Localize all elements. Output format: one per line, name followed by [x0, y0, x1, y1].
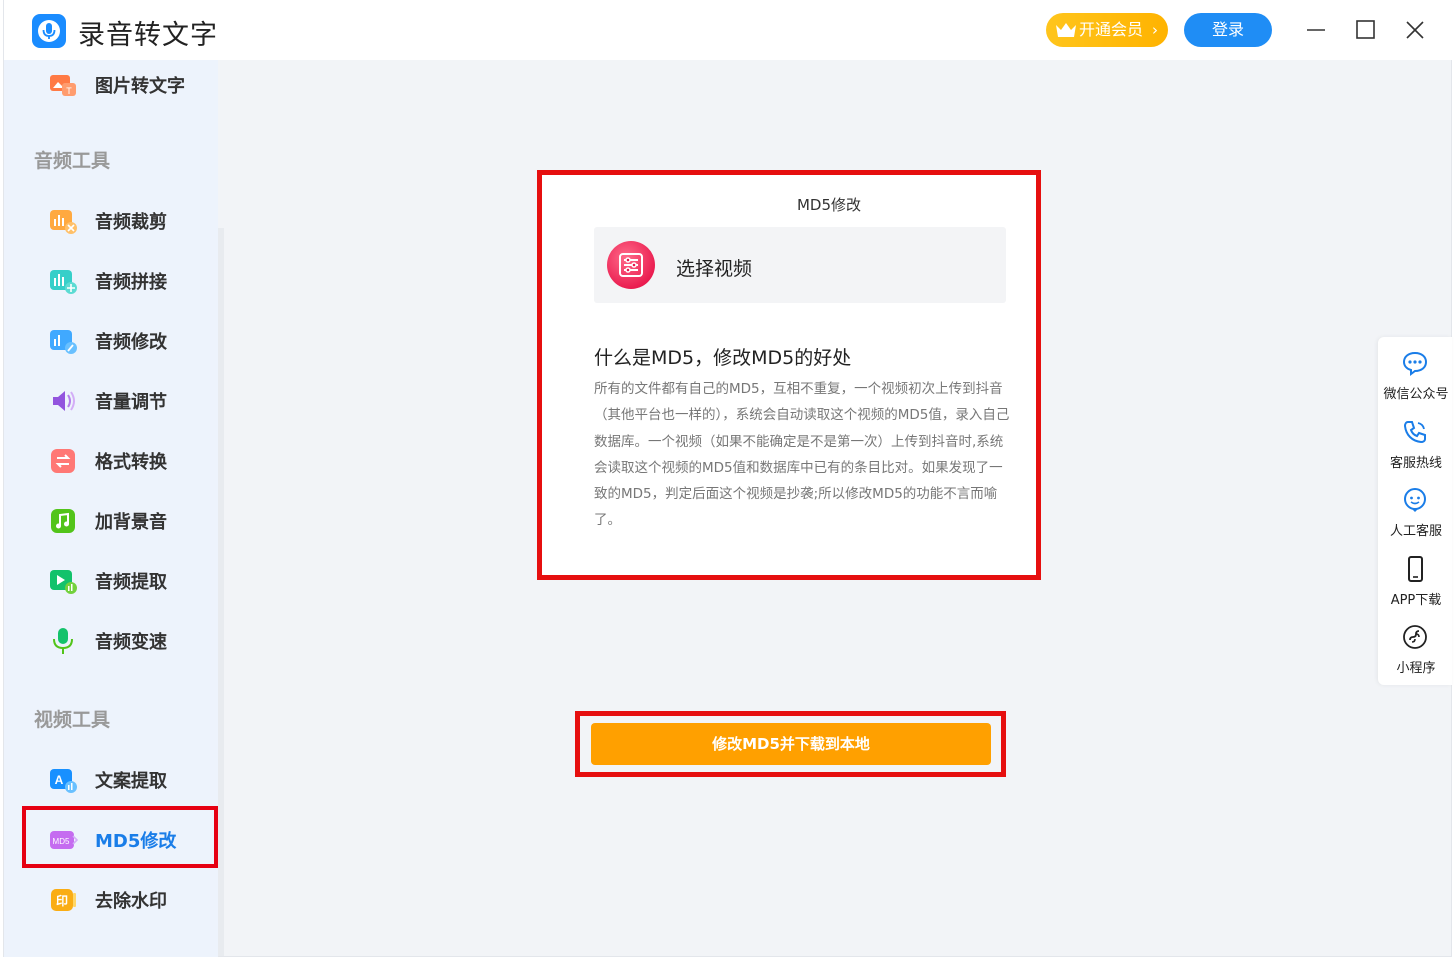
sidebar-item-text-extract[interactable]: A 文案提取 [4, 755, 218, 805]
mobile-phone-icon [1408, 556, 1423, 582]
sidebar-item-remove-watermark[interactable]: 印 去除水印 [4, 875, 218, 925]
select-video-button[interactable]: 选择视频 [594, 227, 1006, 303]
sidebar-item-label: 去除水印 [95, 891, 167, 912]
float-item-label: APP下载 [1390, 593, 1442, 608]
music-note-icon [51, 509, 75, 533]
info-description: 所有的文件都有自己的MD5，互相不重复，一个视频初次上传到抖音（其他平台也一样的… [594, 381, 1010, 529]
minimize-icon[interactable] [1302, 16, 1330, 44]
sidebar-item-label: 图片转文字 [95, 76, 185, 97]
audio-extract-icon [50, 570, 77, 594]
sidebar-item-audio-join[interactable]: 音频拼接 [4, 256, 218, 306]
sidebar-item-background-music[interactable]: 加背景音 [4, 496, 218, 546]
sidebar-item-audio-edit[interactable]: 音频修改 [4, 316, 218, 366]
sidebar-item-audio-trim[interactable]: 音频裁剪 [4, 196, 218, 246]
app-logo-icon [32, 14, 66, 48]
title-bar: 录音转文字 开通会员 › 登录 [4, 0, 1452, 60]
chat-bubble-icon [1402, 351, 1428, 376]
sidebar-item-audio-speed[interactable]: 音频变速 [4, 616, 218, 666]
action-highlight: 修改MD5并下载到本地 [575, 711, 1006, 777]
float-item-wechat[interactable]: 微信公众号 [1378, 343, 1452, 405]
sidebar-item-label: 音量调节 [95, 392, 167, 413]
audio-edit-icon [50, 330, 77, 354]
float-item-hotline[interactable]: 客服热线 [1378, 412, 1452, 474]
video-tools-header: 视频工具 [34, 709, 111, 731]
sidebar-scrollbar[interactable] [218, 228, 224, 956]
phone-icon [1403, 421, 1426, 444]
audio-trim-icon [50, 210, 77, 234]
floating-service-panel: 微信公众号 客服热线 人工客服 APP下载 小程序 [1378, 337, 1452, 685]
volume-icon [53, 391, 75, 411]
svg-text:印: 印 [56, 894, 68, 908]
login-button[interactable]: 登录 [1184, 13, 1272, 47]
sidebar-item-audio-extract[interactable]: 音频提取 [4, 556, 218, 606]
support-face-icon [1404, 488, 1426, 512]
audio-join-icon [50, 270, 77, 294]
float-item-label: 人工客服 [1389, 524, 1442, 539]
float-item-support[interactable]: 人工客服 [1378, 480, 1452, 542]
float-item-label: 微信公众号 [1383, 387, 1449, 402]
microphone-icon [53, 628, 73, 654]
select-video-label: 选择视频 [676, 258, 753, 280]
image-to-text-icon: T [50, 75, 76, 96]
svg-text:T: T [66, 86, 72, 96]
sidebar-item-label: 音频修改 [95, 332, 167, 353]
vip-label: 开通会员 [1079, 20, 1144, 39]
float-item-mini-program[interactable]: 小程序 [1378, 617, 1452, 679]
sidebar-item-label: 音频裁剪 [95, 212, 167, 233]
audio-tools-header: 音频工具 [34, 150, 111, 172]
sidebar-item-label: 音频提取 [95, 572, 167, 593]
sidebar-item-label: 音频变速 [95, 632, 167, 653]
sidebar-item-image-to-text[interactable]: T 图片转文字 [4, 60, 218, 110]
mini-program-icon [1403, 625, 1427, 649]
chevron-right-icon: › [1152, 21, 1158, 39]
app-title: 录音转文字 [78, 20, 218, 51]
sidebar-item-label: 加背景音 [95, 512, 167, 533]
panel-title: MD5修改 [796, 196, 862, 214]
modify-md5-download-button[interactable]: 修改MD5并下载到本地 [591, 723, 991, 765]
crown-icon [1056, 23, 1076, 37]
float-item-app-download[interactable]: APP下载 [1378, 549, 1452, 611]
format-convert-icon [51, 449, 75, 473]
sidebar-item-label: 文案提取 [95, 771, 167, 792]
float-item-label: 小程序 [1396, 661, 1436, 676]
float-item-label: 客服热线 [1389, 456, 1442, 471]
settings-sliders-icon [607, 241, 655, 289]
close-icon[interactable] [1401, 16, 1429, 44]
md5-panel: MD5修改 选择视频 什么是MD5，修改MD5的好处 所有的文件都有自己的MD5… [537, 170, 1041, 580]
active-item-highlight [22, 806, 218, 868]
sidebar-item-label: 格式转换 [95, 452, 167, 473]
vip-button[interactable]: 开通会员 › [1046, 13, 1168, 47]
text-extract-icon: A [50, 769, 77, 793]
info-title: 什么是MD5，修改MD5的好处 [594, 347, 852, 369]
maximize-icon[interactable] [1352, 16, 1380, 44]
svg-text:A: A [55, 773, 64, 787]
sidebar-item-volume[interactable]: 音量调节 [4, 376, 218, 426]
watermark-icon: 印 [51, 889, 76, 911]
sidebar-item-label: 音频拼接 [95, 272, 167, 293]
sidebar-item-format-convert[interactable]: 格式转换 [4, 436, 218, 486]
